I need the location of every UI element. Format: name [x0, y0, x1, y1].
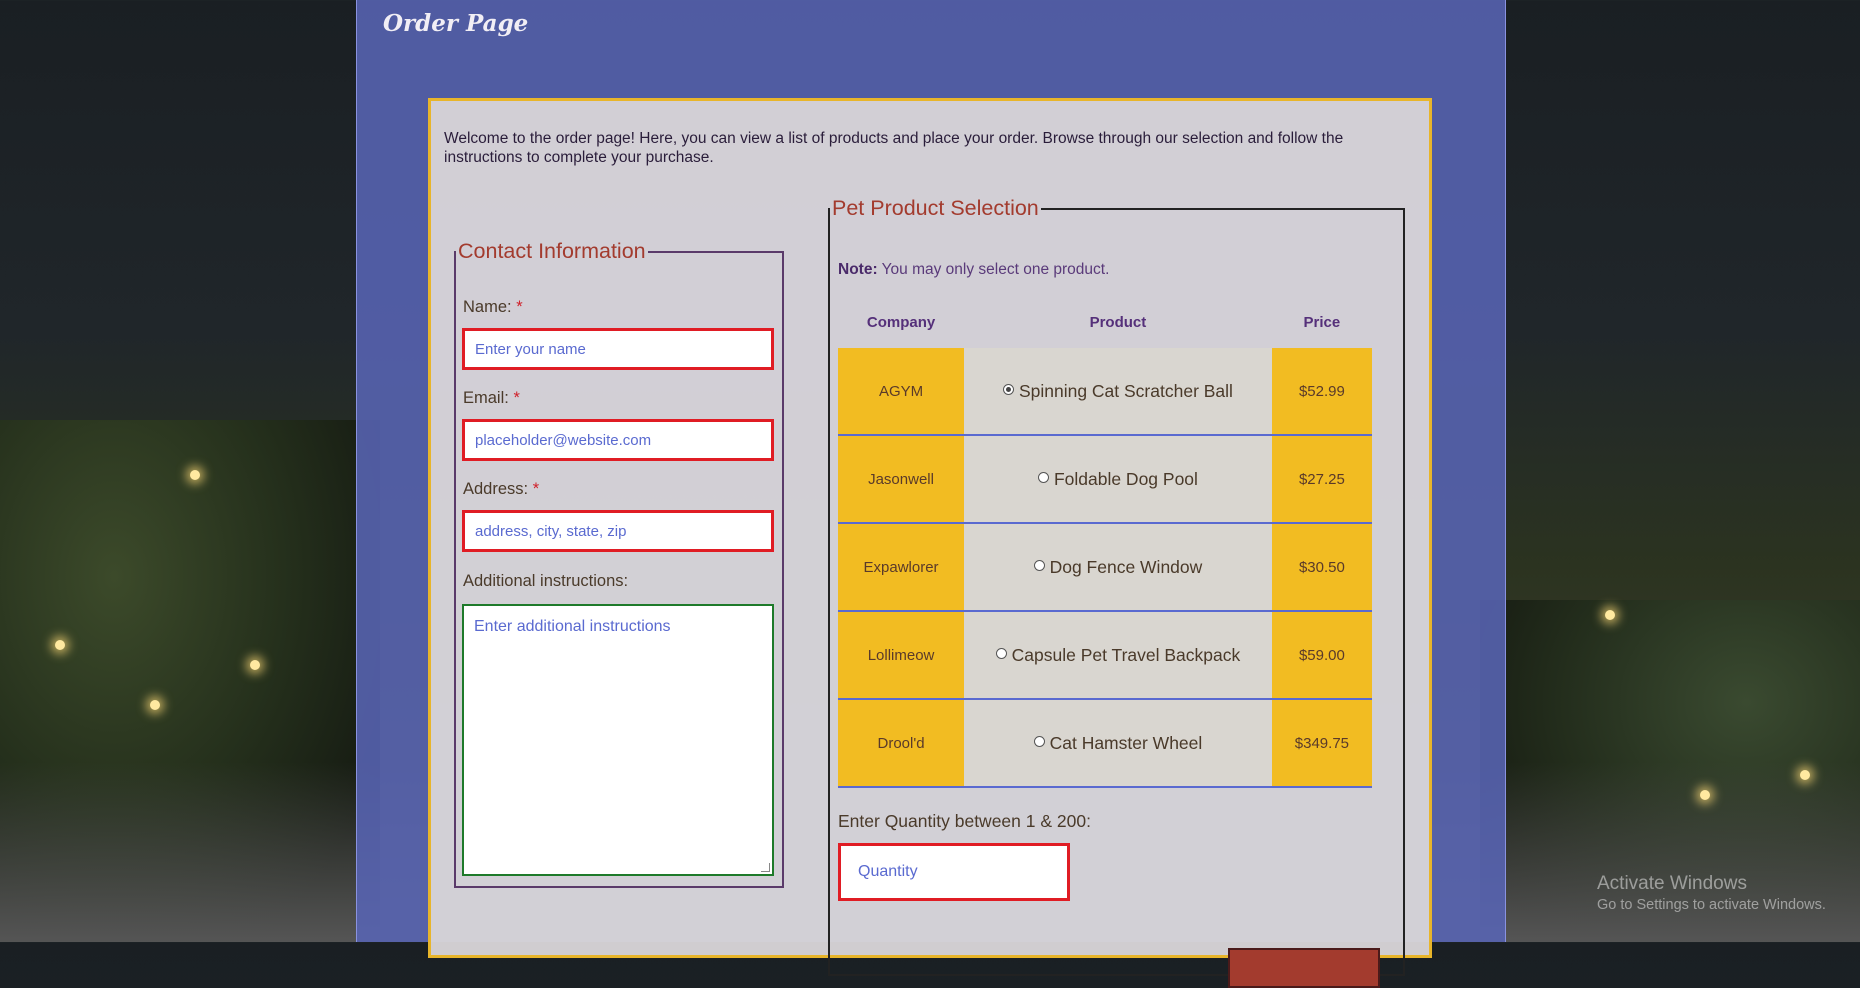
- quantity-placeholder: Quantity: [858, 863, 918, 880]
- instructions-textarea[interactable]: Enter additional instructions: [462, 604, 774, 876]
- string-light: [55, 640, 65, 650]
- product-table: Company Product Price AGYM Spinning Cat …: [838, 296, 1372, 788]
- quantity-input[interactable]: Quantity: [838, 843, 1070, 901]
- product-name: Cat Hamster Wheel: [1049, 732, 1203, 753]
- string-light: [150, 700, 160, 710]
- string-light: [1800, 770, 1810, 780]
- pet-product-selection-fieldset: Pet Product Selection Note: You may only…: [828, 196, 1405, 988]
- name-input[interactable]: Enter your name: [462, 328, 774, 370]
- address-label: Address: *: [463, 480, 539, 499]
- price-cell: $59.00: [1271, 611, 1372, 700]
- selection-note: Note: You may only select one product.: [838, 261, 1109, 279]
- order-content-box: Welcome to the order page! Here, you can…: [428, 98, 1432, 988]
- price-cell: $27.25: [1271, 435, 1372, 524]
- price-cell: $30.50: [1271, 523, 1372, 612]
- product-radio[interactable]: [1033, 736, 1045, 748]
- table-row: Lollimeow Capsule Pet Travel Backpack $5…: [838, 611, 1372, 700]
- product-cell[interactable]: Foldable Dog Pool: [964, 435, 1272, 524]
- email-label-text: Email:: [463, 389, 509, 407]
- column-header-company: Company: [866, 313, 936, 331]
- address-input[interactable]: address, city, state, zip: [462, 510, 774, 552]
- watermark-title: Activate Windows: [1597, 873, 1747, 894]
- email-label: Email: *: [463, 389, 520, 408]
- resize-handle-icon[interactable]: [761, 863, 770, 872]
- string-light: [190, 470, 200, 480]
- company-cell: AGYM: [838, 348, 965, 436]
- name-input-placeholder: Enter your name: [475, 340, 586, 358]
- product-name: Foldable Dog Pool: [1053, 468, 1198, 489]
- table-row: Expawlorer Dog Fence Window $30.50: [838, 523, 1372, 612]
- watermark-subtitle: Go to Settings to activate Windows.: [1597, 897, 1826, 913]
- name-label-text: Name:: [463, 298, 512, 316]
- product-cell[interactable]: Dog Fence Window: [964, 523, 1272, 612]
- intro-text: Welcome to the order page! Here, you can…: [444, 130, 1344, 166]
- note-text: You may only select one product.: [877, 261, 1110, 278]
- name-label: Name: *: [463, 298, 523, 317]
- company-cell: Drool'd: [838, 699, 965, 788]
- activate-windows-watermark: Activate Windows Go to Settings to activ…: [1597, 873, 1826, 913]
- price-cell: $349.75: [1271, 699, 1372, 788]
- quantity-label: Enter Quantity between 1 & 200:: [838, 811, 1091, 831]
- product-cell[interactable]: Spinning Cat Scratcher Ball: [964, 348, 1272, 436]
- contact-information-fieldset: Contact Information Name: * Enter your n…: [454, 239, 784, 888]
- company-cell: Expawlorer: [838, 523, 965, 612]
- product-radio[interactable]: [1037, 472, 1049, 484]
- product-radio[interactable]: [1033, 560, 1045, 572]
- string-light: [1700, 790, 1710, 800]
- pet-product-selection-legend: Pet Product Selection: [832, 196, 1039, 220]
- product-name: Dog Fence Window: [1049, 556, 1203, 577]
- email-input-placeholder: placeholder@website.com: [475, 431, 652, 449]
- address-input-placeholder: address, city, state, zip: [475, 522, 627, 540]
- required-asterisk: *: [516, 298, 523, 316]
- instructions-label: Additional instructions:: [463, 572, 629, 590]
- table-row: AGYM Spinning Cat Scratcher Ball $52.99: [838, 348, 1372, 436]
- product-name: Spinning Cat Scratcher Ball: [1018, 380, 1233, 401]
- product-cell[interactable]: Cat Hamster Wheel: [964, 699, 1272, 788]
- required-asterisk: *: [513, 389, 520, 407]
- table-row: Drool'd Cat Hamster Wheel $349.75: [838, 699, 1372, 788]
- product-name: Capsule Pet Travel Backpack: [1011, 644, 1241, 665]
- submit-order-button[interactable]: [1228, 948, 1380, 988]
- required-asterisk: *: [532, 480, 540, 498]
- column-header-product: Product: [1089, 313, 1147, 331]
- column-header-price: Price: [1303, 313, 1341, 331]
- product-radio[interactable]: [995, 648, 1007, 660]
- product-radio-selected[interactable]: [1002, 384, 1014, 396]
- page-title: Order Page: [383, 10, 529, 37]
- string-light: [250, 660, 260, 670]
- email-input[interactable]: placeholder@website.com: [462, 419, 774, 461]
- company-cell: Lollimeow: [838, 611, 965, 700]
- table-header-row: Company Product Price: [838, 296, 1372, 348]
- instructions-placeholder: Enter additional instructions: [474, 618, 671, 635]
- string-light: [1605, 610, 1615, 620]
- note-label: Note:: [838, 261, 878, 278]
- table-row: Jasonwell Foldable Dog Pool $27.25: [838, 435, 1372, 524]
- product-cell[interactable]: Capsule Pet Travel Backpack: [964, 611, 1272, 700]
- page-panel: Order Page Welcome to the order page! He…: [356, 0, 1506, 988]
- company-cell: Jasonwell: [838, 435, 965, 524]
- price-cell: $52.99: [1271, 348, 1372, 436]
- address-label-text: Address:: [463, 480, 529, 498]
- contact-information-legend: Contact Information: [458, 239, 646, 263]
